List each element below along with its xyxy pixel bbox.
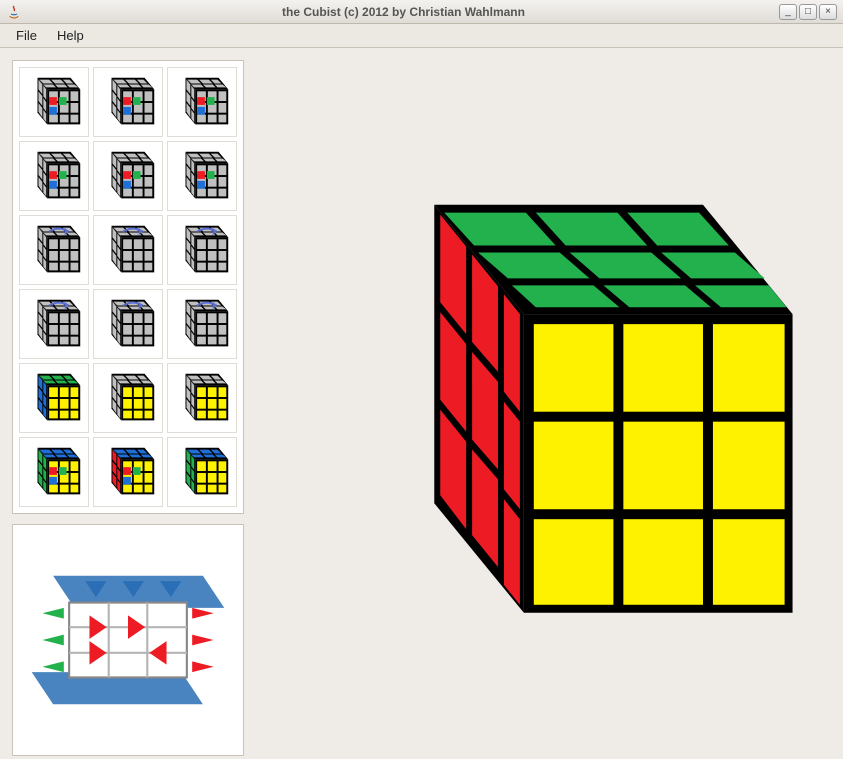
maximize-button[interactable]: □ <box>799 4 817 20</box>
minimize-icon: _ <box>785 6 791 17</box>
step-thumbnail[interactable] <box>93 141 163 211</box>
cube-net-icon <box>21 533 235 747</box>
step-thumbnail[interactable] <box>167 289 237 359</box>
step-thumbnail[interactable] <box>19 67 89 137</box>
step-thumbnail[interactable] <box>93 363 163 433</box>
step-thumbnail[interactable] <box>19 141 89 211</box>
step-thumbnail[interactable] <box>167 141 237 211</box>
step-thumbnail[interactable] <box>19 363 89 433</box>
titlebar: the Cubist (c) 2012 by Christian Wahlman… <box>0 0 843 24</box>
menubar: File Help <box>0 24 843 48</box>
step-thumbnail[interactable] <box>167 363 237 433</box>
close-button[interactable]: × <box>819 4 837 20</box>
cube-net-preview[interactable] <box>12 524 244 756</box>
step-thumbnail[interactable] <box>167 215 237 285</box>
window-buttons: _ □ × <box>779 4 837 20</box>
steps-panel <box>12 60 244 514</box>
menu-help[interactable]: Help <box>47 25 94 46</box>
maximize-icon: □ <box>805 6 811 17</box>
left-column <box>12 60 244 747</box>
content-area <box>0 48 843 759</box>
step-thumbnail[interactable] <box>19 215 89 285</box>
step-thumbnail[interactable] <box>167 67 237 137</box>
step-thumbnail[interactable] <box>93 67 163 137</box>
step-thumbnail[interactable] <box>93 215 163 285</box>
main-cube-view[interactable] <box>256 60 831 747</box>
menu-file[interactable]: File <box>6 25 47 46</box>
step-thumbnail-grid <box>19 67 237 507</box>
step-thumbnail[interactable] <box>19 437 89 507</box>
step-thumbnail[interactable] <box>93 437 163 507</box>
step-thumbnail[interactable] <box>19 289 89 359</box>
minimize-button[interactable]: _ <box>779 4 797 20</box>
java-icon <box>6 4 22 20</box>
step-thumbnail[interactable] <box>167 437 237 507</box>
close-icon: × <box>825 6 831 17</box>
rubiks-cube-icon <box>285 145 803 663</box>
window-title: the Cubist (c) 2012 by Christian Wahlman… <box>28 5 779 19</box>
step-thumbnail[interactable] <box>93 289 163 359</box>
